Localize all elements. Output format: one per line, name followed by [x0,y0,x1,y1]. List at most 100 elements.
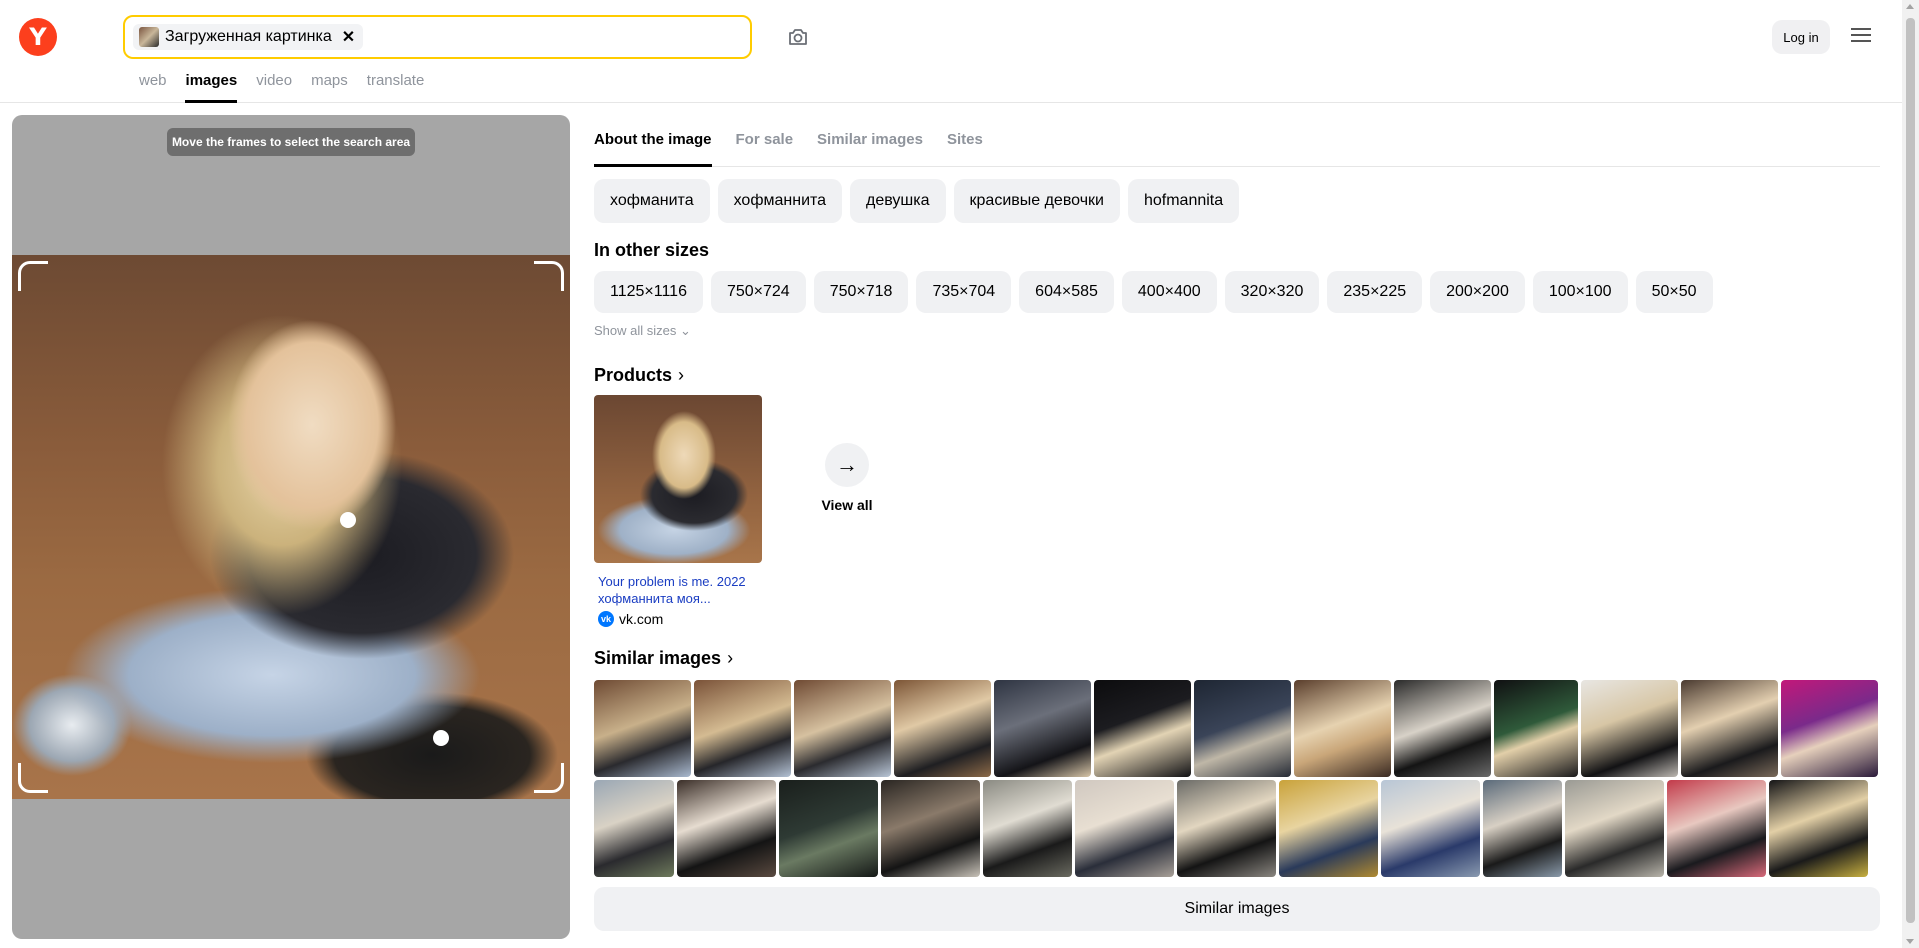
similar-images-heading-text: Similar images [594,648,722,668]
tag-chip[interactable]: девушка [850,179,946,223]
similar-image-thumb[interactable] [1769,780,1868,877]
nav-video[interactable]: video [256,72,292,89]
crop-handle-top-right[interactable] [534,261,564,291]
similar-image-thumb[interactable] [1075,780,1174,877]
crop-handle-bottom-left[interactable] [18,763,48,793]
uploaded-photo[interactable] [12,255,570,799]
other-sizes-heading-text: In other sizes [594,240,710,260]
similar-image-thumb[interactable] [1194,680,1291,777]
product-source-label: vk.com [619,611,664,627]
vk-icon: vk [598,611,614,627]
similar-image-thumb[interactable] [983,780,1072,877]
service-nav: web images video maps translate [139,72,424,89]
tab-active-underline [594,164,712,167]
similar-image-thumb[interactable] [794,680,891,777]
hamburger-menu-icon[interactable] [1851,28,1871,44]
similar-image-thumb[interactable] [677,780,776,877]
arrow-right-icon: → [825,443,869,487]
similar-images-row [594,780,1868,877]
tabs-divider [594,166,1880,167]
scroll-thumb[interactable] [1906,18,1915,923]
uploaded-image-thumbnail [139,27,159,47]
crop-hint-tooltip: Move the frames to select the search are… [167,128,415,156]
similar-image-thumb[interactable] [1094,680,1191,777]
crop-handle-bottom-right[interactable] [534,763,564,793]
tag-chip[interactable]: хофманита [594,179,710,223]
tag-list: хофманита хофманнита девушка красивые де… [594,179,1240,223]
size-chip[interactable]: 200×200 [1430,271,1525,313]
similar-image-thumb[interactable] [894,680,991,777]
other-sizes-heading: In other sizes [594,240,709,261]
similar-image-thumb[interactable] [1781,680,1878,777]
result-tabs: About the image For sale Similar images … [594,131,983,148]
view-all-products-button[interactable]: → View all [812,443,882,513]
show-all-sizes-link[interactable]: Show all sizes ⌄ [594,323,691,339]
similar-images-button[interactable]: Similar images [594,887,1880,931]
products-heading[interactable]: Products › [594,365,684,386]
uploaded-image-chip[interactable]: Загруженная картинка ✕ [133,24,364,50]
size-chip[interactable]: 604×585 [1019,271,1114,313]
product-source[interactable]: vk vk.com [594,611,762,627]
page-scrollbar[interactable] [1902,0,1919,948]
similar-image-thumb[interactable] [1294,680,1391,777]
size-list: 1125×1116 750×724 750×718 735×704 604×58… [594,271,1713,313]
tab-sites[interactable]: Sites [947,131,983,148]
size-chip[interactable]: 1125×1116 [594,271,703,313]
tab-for-sale[interactable]: For sale [736,131,794,148]
tab-similar-images[interactable]: Similar images [817,131,923,148]
size-chip[interactable]: 400×400 [1121,271,1217,313]
size-chip[interactable]: 735×704 [916,271,1012,313]
login-button[interactable]: Log in [1772,20,1830,54]
show-all-sizes-label: Show all sizes [594,323,677,338]
similar-image-thumb[interactable] [1494,680,1578,777]
yandex-logo[interactable]: Y [19,18,57,56]
search-box[interactable]: Загруженная картинка ✕ [123,15,752,59]
similar-image-thumb[interactable] [1681,680,1778,777]
nav-translate[interactable]: translate [367,72,425,89]
chevron-right-icon: › [727,648,734,668]
tag-chip[interactable]: hofmannita [1127,179,1240,223]
similar-image-thumb[interactable] [694,680,791,777]
camera-search-icon[interactable] [786,25,810,49]
similar-image-thumb[interactable] [779,780,878,877]
scroll-up-arrow-icon[interactable] [1906,4,1914,9]
crop-handle-top-left[interactable] [18,261,48,291]
product-title[interactable]: Your problem is me. 2022 хофманнита моя.… [594,573,762,607]
similar-image-thumb[interactable] [1177,780,1276,877]
tag-chip[interactable]: красивые девочки [953,179,1120,223]
nav-maps[interactable]: maps [311,72,348,89]
tab-about-image[interactable]: About the image [594,131,712,148]
similar-image-thumb[interactable] [881,780,980,877]
size-chip[interactable]: 750×724 [710,271,806,313]
similar-image-thumb[interactable] [1381,780,1480,877]
size-chip[interactable]: 320×320 [1224,271,1320,313]
object-hotspot[interactable] [433,730,449,746]
similar-image-thumb[interactable] [1565,780,1664,877]
uploaded-image-label: Загруженная картинка [165,28,332,45]
scroll-down-arrow-icon[interactable] [1906,939,1914,944]
tag-chip[interactable]: хофманнита [717,179,843,223]
chevron-down-icon: ⌄ [680,323,691,338]
similar-image-thumb[interactable] [1667,780,1766,877]
size-chip[interactable]: 50×50 [1635,271,1713,313]
nav-images[interactable]: images [186,72,238,89]
product-image[interactable] [594,395,762,563]
similar-images-heading[interactable]: Similar images › [594,648,733,669]
products-heading-text: Products [594,365,673,385]
product-card[interactable]: Your problem is me. 2022 хофманнита моя.… [594,395,762,627]
object-hotspot[interactable] [340,512,356,528]
similar-image-thumb[interactable] [1483,780,1562,877]
similar-image-thumb[interactable] [594,680,691,777]
similar-image-thumb[interactable] [1279,780,1378,877]
size-chip[interactable]: 100×100 [1532,271,1628,313]
similar-image-thumb[interactable] [994,680,1091,777]
similar-image-thumb[interactable] [1581,680,1678,777]
view-all-label: View all [821,497,873,513]
size-chip[interactable]: 235×225 [1327,271,1423,313]
size-chip[interactable]: 750×718 [813,271,909,313]
similar-image-thumb[interactable] [1394,680,1491,777]
nav-web[interactable]: web [139,72,167,89]
close-icon[interactable]: ✕ [342,27,355,47]
similar-image-thumb[interactable] [594,780,674,877]
nav-active-underline [185,100,237,103]
